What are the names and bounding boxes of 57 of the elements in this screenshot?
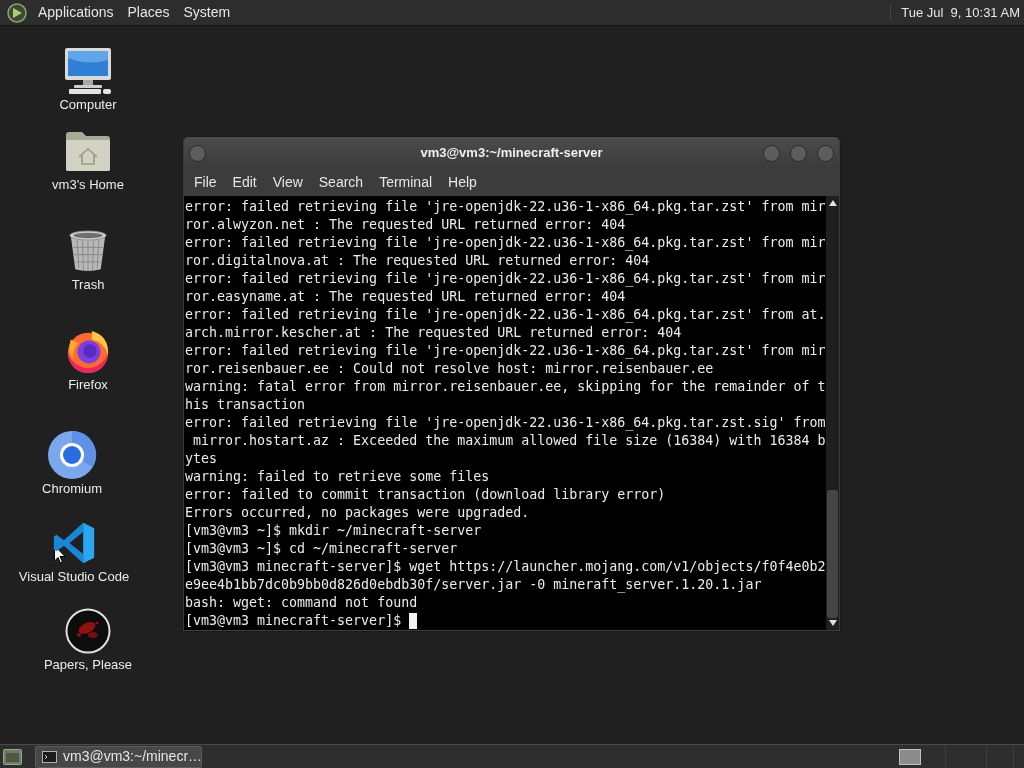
terminal-line: ror.alwyzon.net : The requested URL returned error: 404 xyxy=(185,216,626,234)
terminal-line: error: failed retrieving file 'jre-openjdk-22.u36-1-x86_64.pkg.tar.zst.sig' from xyxy=(185,414,826,432)
terminal-line: warning: fatal error from mirror.reisenbauer.ee, skipping for the remainder of t xyxy=(185,378,826,396)
splatter-disc-icon[interactable] xyxy=(65,608,111,654)
computer-monitor-icon[interactable] xyxy=(63,47,113,95)
trash-bin-icon[interactable] xyxy=(68,228,108,274)
desktop-icon-label[interactable]: Chromium xyxy=(42,481,102,497)
terminal-line: bash: wget: command not found xyxy=(185,594,418,612)
terminal-line: his transaction xyxy=(185,396,306,414)
terminal-line: [vm3@vm3 ~]$ mkdir ~/minecraft-server xyxy=(185,522,482,540)
menu-item[interactable]: Terminal xyxy=(371,170,441,195)
desktop-icon-label[interactable]: Trash xyxy=(71,277,105,293)
terminal-line: error: failed retrieving file 'jre-openjdk-22.u36-1-x86_64.pkg.tar.zst' from mir xyxy=(185,342,826,360)
desktop-icon-label[interactable]: Computer xyxy=(59,97,117,113)
menu-item[interactable]: Help xyxy=(440,170,485,195)
terminal-line: ror.reisenbauer.ee : Could not resolve host: mirror.reisenbauer.ee xyxy=(185,360,714,378)
menu-item[interactable]: Search xyxy=(310,170,372,195)
workspace-pager[interactable] xyxy=(899,748,921,765)
terminal-line: error: failed retrieving file 'jre-openjdk-22.u36-1-x86_64.pkg.tar.zst' from mir xyxy=(185,270,826,288)
panel-menu[interactable]: Places xyxy=(121,0,176,25)
terminal-line: error: failed retrieving file 'jre-openjdk-22.u36-1-x86_64.pkg.tar.zst' from at. xyxy=(185,306,826,324)
terminal-line: ytes xyxy=(185,450,218,468)
desktop-icon-label[interactable]: Visual Studio Code xyxy=(18,569,130,585)
scroll-down-arrow-icon[interactable] xyxy=(828,620,837,626)
terminal-line: Errors occurred, no packages were upgraded. xyxy=(185,504,530,522)
terminal-line: error: failed to commit transaction (download library error) xyxy=(185,486,666,504)
terminal-line: ror.easyname.at : The requested URL returned error: 404 xyxy=(185,288,626,306)
menu-item[interactable]: Edit xyxy=(224,170,265,195)
desktop-icon-label[interactable]: Firefox xyxy=(68,377,108,393)
taskbar-window-button[interactable]: vm3@vm3:~/minecr… xyxy=(35,745,202,768)
terminal-line: mirror.hostart.az : Exceeded the maximum allowed file size (16384) with 16384 b xyxy=(192,432,826,450)
angled-ribbon-icon[interactable] xyxy=(52,520,96,566)
menu-item[interactable]: File xyxy=(186,170,225,195)
panel-menu[interactable]: Applications xyxy=(32,0,120,25)
home-folder-icon[interactable] xyxy=(64,129,112,173)
scroll-up-arrow-icon[interactable] xyxy=(828,200,837,206)
terminal-icon xyxy=(42,750,57,763)
show-desktop-icon[interactable] xyxy=(3,748,22,765)
terminal-line: warning: failed to retrieve some files xyxy=(185,468,490,486)
scrollbar[interactable] xyxy=(826,196,839,630)
terminal-line: e9ee4b1bb7dc0b9bb0d826d0ebdb30f/server.jar -0 mineraft_server.1.20.1.jar xyxy=(185,576,762,594)
terminal-line: ror.digitalnova.at : The requested URL returned error: 404 xyxy=(185,252,650,270)
menu-item[interactable]: View xyxy=(264,170,311,195)
menu-logo-icon[interactable] xyxy=(7,2,27,23)
ring-disc-icon[interactable] xyxy=(47,430,97,480)
panel-menu[interactable]: System xyxy=(177,0,237,25)
terminal-line: [vm3@vm3 ~]$ cd ~/minecraft-server xyxy=(185,540,458,558)
desktop-icon-label[interactable]: vm3's Home xyxy=(52,177,124,193)
panel-clock[interactable]: Tue Jul 9, 10:31 AM xyxy=(901,2,1020,23)
terminal-line: [vm3@vm3 minecraft-server]$ wget https://launcher.mojang.com/v1/objects/f0f4e0b2 xyxy=(185,558,826,576)
desktop-icon-label[interactable]: Papers, Please xyxy=(43,657,133,673)
window-title: vm3@vm3:~/minecraft-server xyxy=(420,144,603,163)
scrollbar-thumb[interactable] xyxy=(827,490,838,618)
terminal-line: [vm3@vm3 minecraft-server]$ xyxy=(185,612,402,630)
terminal-line: arch.mirror.kescher.at : The requested URL returned error: 404 xyxy=(185,324,682,342)
terminal-line: error: failed retrieving file 'jre-openjdk-22.u36-1-x86_64.pkg.tar.zst' from mir xyxy=(185,198,826,216)
terminal-line: error: failed retrieving file 'jre-openjdk-22.u36-1-x86_64.pkg.tar.zst' from mir xyxy=(185,234,826,252)
